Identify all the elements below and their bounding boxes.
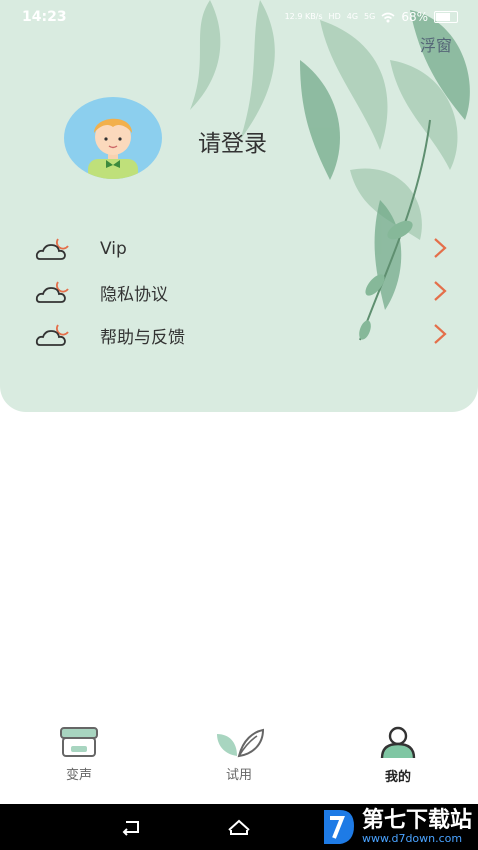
bottom-tab-bar: 变声 试用 我的 bbox=[0, 720, 478, 800]
chevron-right-icon bbox=[434, 238, 447, 258]
chevron-right-icon bbox=[434, 324, 447, 344]
network-speed: 12.9 KB/s bbox=[284, 12, 323, 21]
tab-label: 试用 bbox=[225, 768, 252, 783]
float-window-button[interactable]: 浮窗 bbox=[420, 32, 452, 56]
watermark: 第七下载站 www.d7down.com bbox=[320, 804, 472, 850]
system-nav-bar: 第七下载站 www.d7down.com bbox=[0, 804, 478, 850]
watermark-text: 第七下载站 bbox=[361, 807, 472, 833]
status-time: 14:23 bbox=[22, 9, 67, 25]
battery-icon bbox=[434, 11, 458, 23]
home-icon[interactable] bbox=[226, 816, 252, 838]
signal-5g-icon: 5G bbox=[364, 12, 376, 21]
wifi-icon bbox=[381, 12, 395, 22]
battery-percent: 68% bbox=[401, 10, 428, 24]
cloud-moon-icon bbox=[35, 281, 69, 303]
menu-item-label: 帮助与反馈 bbox=[100, 327, 185, 348]
user-icon bbox=[380, 726, 416, 759]
avatar[interactable] bbox=[64, 97, 162, 179]
login-prompt[interactable]: 请登录 bbox=[198, 124, 267, 158]
tab-trial[interactable]: 试用 bbox=[194, 724, 284, 783]
menu-item-label: 隐私协议 bbox=[100, 284, 168, 305]
cloud-moon-icon bbox=[35, 238, 69, 260]
menu-item-vip[interactable]: Vip bbox=[34, 232, 448, 266]
leaf-icon bbox=[217, 728, 265, 758]
back-icon[interactable] bbox=[120, 816, 144, 838]
status-icons: 12.9 KB/s HD 4G 5G 68% bbox=[285, 10, 458, 24]
tab-label: 我的 bbox=[384, 770, 411, 785]
chevron-right-icon bbox=[434, 281, 447, 301]
store-icon bbox=[60, 727, 98, 757]
menu-item-help-feedback[interactable]: 帮助与反馈 bbox=[34, 318, 448, 352]
signal-4g-icon: 4G bbox=[346, 12, 359, 21]
profile-header: 14:23 12.9 KB/s HD 4G 5G 68% 浮窗 请登录 Vip … bbox=[0, 0, 478, 412]
tab-mine[interactable]: 我的 bbox=[353, 724, 443, 785]
hd-badge: HD bbox=[328, 12, 341, 21]
status-bar: 14:23 12.9 KB/s HD 4G 5G 68% bbox=[0, 0, 478, 34]
d7-logo-icon bbox=[323, 810, 354, 844]
watermark-url: www.d7down.com bbox=[361, 831, 463, 845]
tab-label: 变声 bbox=[65, 768, 92, 783]
menu-item-privacy[interactable]: 隐私协议 bbox=[34, 275, 448, 309]
tab-voice-change[interactable]: 变声 bbox=[34, 724, 124, 783]
avatar-boy-icon bbox=[88, 118, 138, 179]
menu-item-label: Vip bbox=[100, 239, 127, 259]
cloud-moon-icon bbox=[35, 324, 69, 346]
